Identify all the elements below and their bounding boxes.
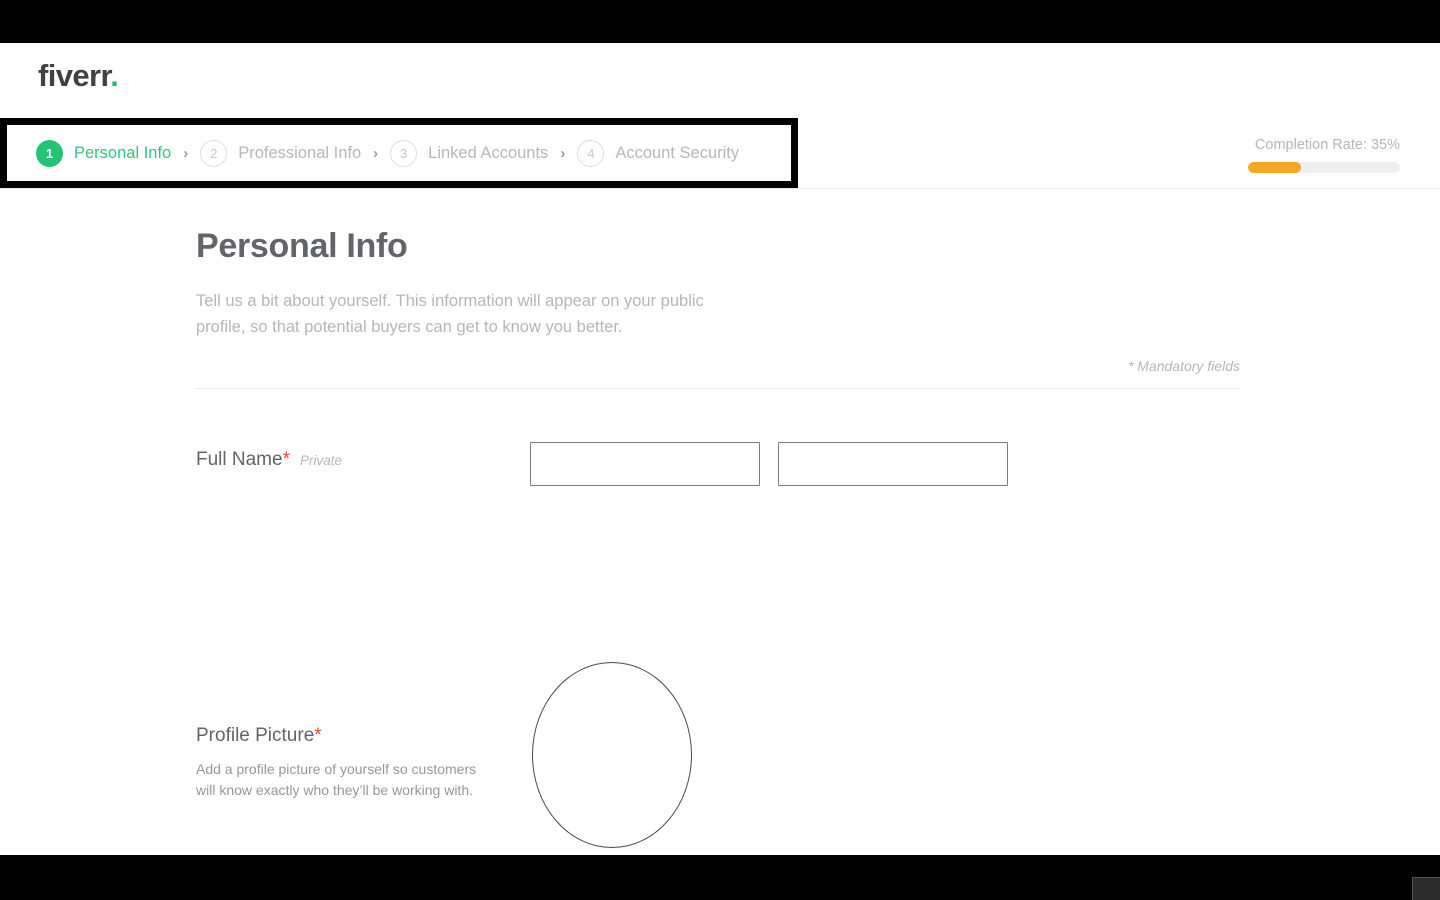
step-badge-4: 4 [577,140,605,167]
corner-resize-handle[interactable] [1412,877,1440,900]
stepper-bar: 1 Personal Info › 2 Professional Info › … [0,118,1440,189]
completion-progress-track [1248,162,1400,173]
letterbox-bottom [0,855,1440,900]
avatar-placeholder[interactable] [532,662,692,848]
required-asterisk-icon: * [282,449,290,470]
step-badge-3: 3 [390,140,418,167]
full-name-label-col: Full Name* Private [196,442,530,471]
logo-wordmark: fiverr [38,58,111,93]
chevron-right-icon: › [183,145,189,162]
profile-picture-help: Add a profile picture of yourself so cus… [196,761,477,798]
completion-progress-fill [1248,162,1302,173]
step-badge-1: 1 [36,140,63,167]
completion-rate: Completion Rate: 35% [1248,137,1400,173]
letterbox-top [0,0,1440,43]
step-badge-2: 2 [200,140,228,167]
main-content: Personal Info Tell us a bit about yourse… [196,189,1240,848]
section-divider [196,388,1239,389]
chevron-right-icon: › [373,145,379,162]
step-professional-info[interactable]: 2 Professional Info [200,140,361,167]
step-label-linked-accounts: Linked Accounts [428,144,549,162]
mandatory-fields-note: * Mandatory fields [1127,358,1240,374]
full-name-label-text: Full Name [196,449,283,470]
stepper: 1 Personal Info › 2 Professional Info › … [36,118,739,189]
full-name-privacy-note: Private [299,453,343,468]
step-account-security[interactable]: 4 Account Security [577,140,739,167]
full-name-inputs [530,442,1008,486]
last-name-input[interactable] [778,442,1008,486]
page-viewport: fiverr. 1 Personal Info › 2 Professional… [0,43,1440,855]
full-name-label: Full Name* Private [196,449,342,470]
site-header: fiverr. [0,43,1440,118]
step-linked-accounts[interactable]: 3 Linked Accounts [390,140,548,167]
page-title: Personal Info [196,227,408,265]
profile-picture-label-col: Profile Picture* Add a profile picture o… [196,662,530,801]
chevron-right-icon: › [560,145,566,162]
profile-picture-label: Profile Picture* [196,725,322,746]
first-name-input[interactable] [530,442,760,486]
completion-rate-label: Completion Rate: 35% [1254,137,1400,153]
step-personal-info[interactable]: 1 Personal Info [36,140,171,167]
step-label-professional-info: Professional Info [238,144,362,162]
profile-picture-label-text: Profile Picture [196,725,315,746]
screen: fiverr. 1 Personal Info › 2 Professional… [0,0,1440,900]
fiverr-logo[interactable]: fiverr. [38,58,119,94]
form-row-full-name: Full Name* Private [196,442,1240,486]
step-label-personal-info: Personal Info [74,144,172,162]
logo-dot-icon: . [110,58,119,93]
page-description: Tell us a bit about yourself. This infor… [196,292,704,336]
form-row-profile-picture: Profile Picture* Add a profile picture o… [196,662,1240,848]
required-asterisk-icon: * [314,725,322,746]
step-label-account-security: Account Security [615,144,740,162]
